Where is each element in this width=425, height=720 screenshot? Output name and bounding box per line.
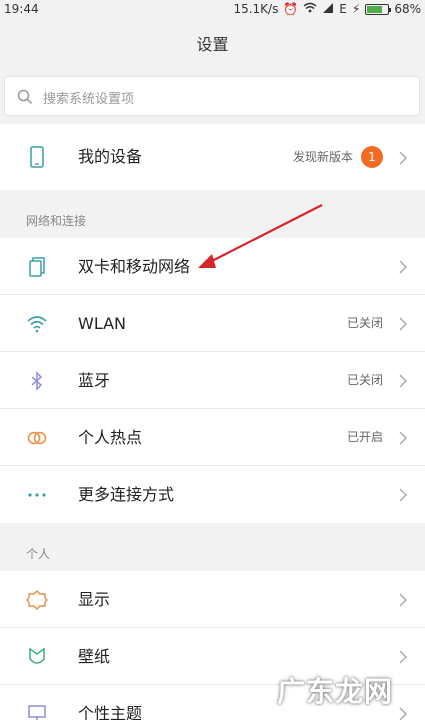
status-bar: 19:44 15.1K/s ⏰ E ⚡ 68%: [0, 0, 425, 20]
section-header-personal: 个人: [26, 547, 51, 561]
bluetooth-item[interactable]: 蓝牙 已关闭: [0, 352, 425, 409]
section-header-network: 网络和连接: [26, 214, 87, 228]
theme-icon: [26, 703, 48, 720]
phone-icon: [26, 146, 48, 168]
chevron-right-icon: [399, 259, 408, 278]
battery-icon: [365, 3, 392, 15]
chevron-right-icon: [399, 487, 408, 506]
status-time: 19:44: [4, 2, 39, 16]
network-speed: 15.1K/s: [233, 2, 279, 16]
chevron-right-icon: [399, 373, 408, 392]
more-dots-icon: [26, 484, 48, 506]
wlan-item[interactable]: WLAN 已关闭: [0, 295, 425, 352]
chevron-right-icon: [399, 150, 408, 169]
hotspot-status: 已开启: [346, 430, 383, 444]
alarm-icon: ⏰: [283, 2, 299, 16]
wlan-label: WLAN: [78, 314, 127, 333]
chevron-right-icon: [399, 706, 408, 720]
hotspot-label: 个人热点: [78, 428, 143, 447]
more-connections-label: 更多连接方式: [78, 485, 175, 504]
search-input[interactable]: 搜索系统设置项: [4, 76, 420, 116]
watermark-logo: 广东龙网: [276, 675, 393, 708]
chevron-right-icon: [399, 430, 408, 449]
charging-icon: ⚡: [351, 2, 361, 16]
bluetooth-icon: [26, 370, 48, 392]
chevron-right-icon: [399, 316, 408, 335]
search-placeholder: 搜索系统设置项: [43, 92, 135, 107]
wallpaper-icon: [26, 646, 48, 668]
wifi-icon: [26, 313, 48, 335]
sun-icon: [26, 589, 48, 611]
bluetooth-label: 蓝牙: [78, 371, 111, 390]
wifi-status-icon: [303, 2, 317, 16]
search-icon: [17, 89, 33, 109]
chevron-right-icon: [399, 592, 408, 611]
device-card: 我的设备 发现新版本 1: [0, 124, 425, 190]
battery-percent: 68%: [394, 2, 421, 16]
network-card: 双卡和移动网络 WLAN 已关闭 蓝牙 已关闭 个人热点 已开启 更多连接方式: [0, 238, 425, 523]
my-device-label: 我的设备: [78, 147, 143, 166]
wallpaper-label: 壁纸: [78, 647, 111, 666]
sim-network-label: 双卡和移动网络: [78, 257, 191, 276]
page-title: 设置: [196, 35, 229, 54]
update-badge: 1: [361, 146, 383, 168]
network-type: E: [339, 2, 347, 16]
display-item[interactable]: 显示: [0, 571, 425, 628]
wlan-status: 已关闭: [346, 316, 383, 330]
display-label: 显示: [78, 590, 111, 609]
status-right: 15.1K/s ⏰ E ⚡ 68%: [233, 2, 421, 16]
more-connections-item[interactable]: 更多连接方式: [0, 466, 425, 523]
my-device-item[interactable]: 我的设备 发现新版本 1: [0, 124, 425, 190]
chevron-right-icon: [399, 649, 408, 668]
hotspot-item[interactable]: 个人热点 已开启: [0, 409, 425, 466]
update-available-text: 发现新版本: [292, 150, 353, 164]
bluetooth-status: 已关闭: [346, 373, 383, 387]
sim-card-icon: [26, 256, 48, 278]
sim-network-item[interactable]: 双卡和移动网络: [0, 238, 425, 295]
signal-icon: [322, 2, 334, 16]
theme-label: 个性主题: [78, 704, 143, 720]
hotspot-icon: [26, 427, 48, 449]
